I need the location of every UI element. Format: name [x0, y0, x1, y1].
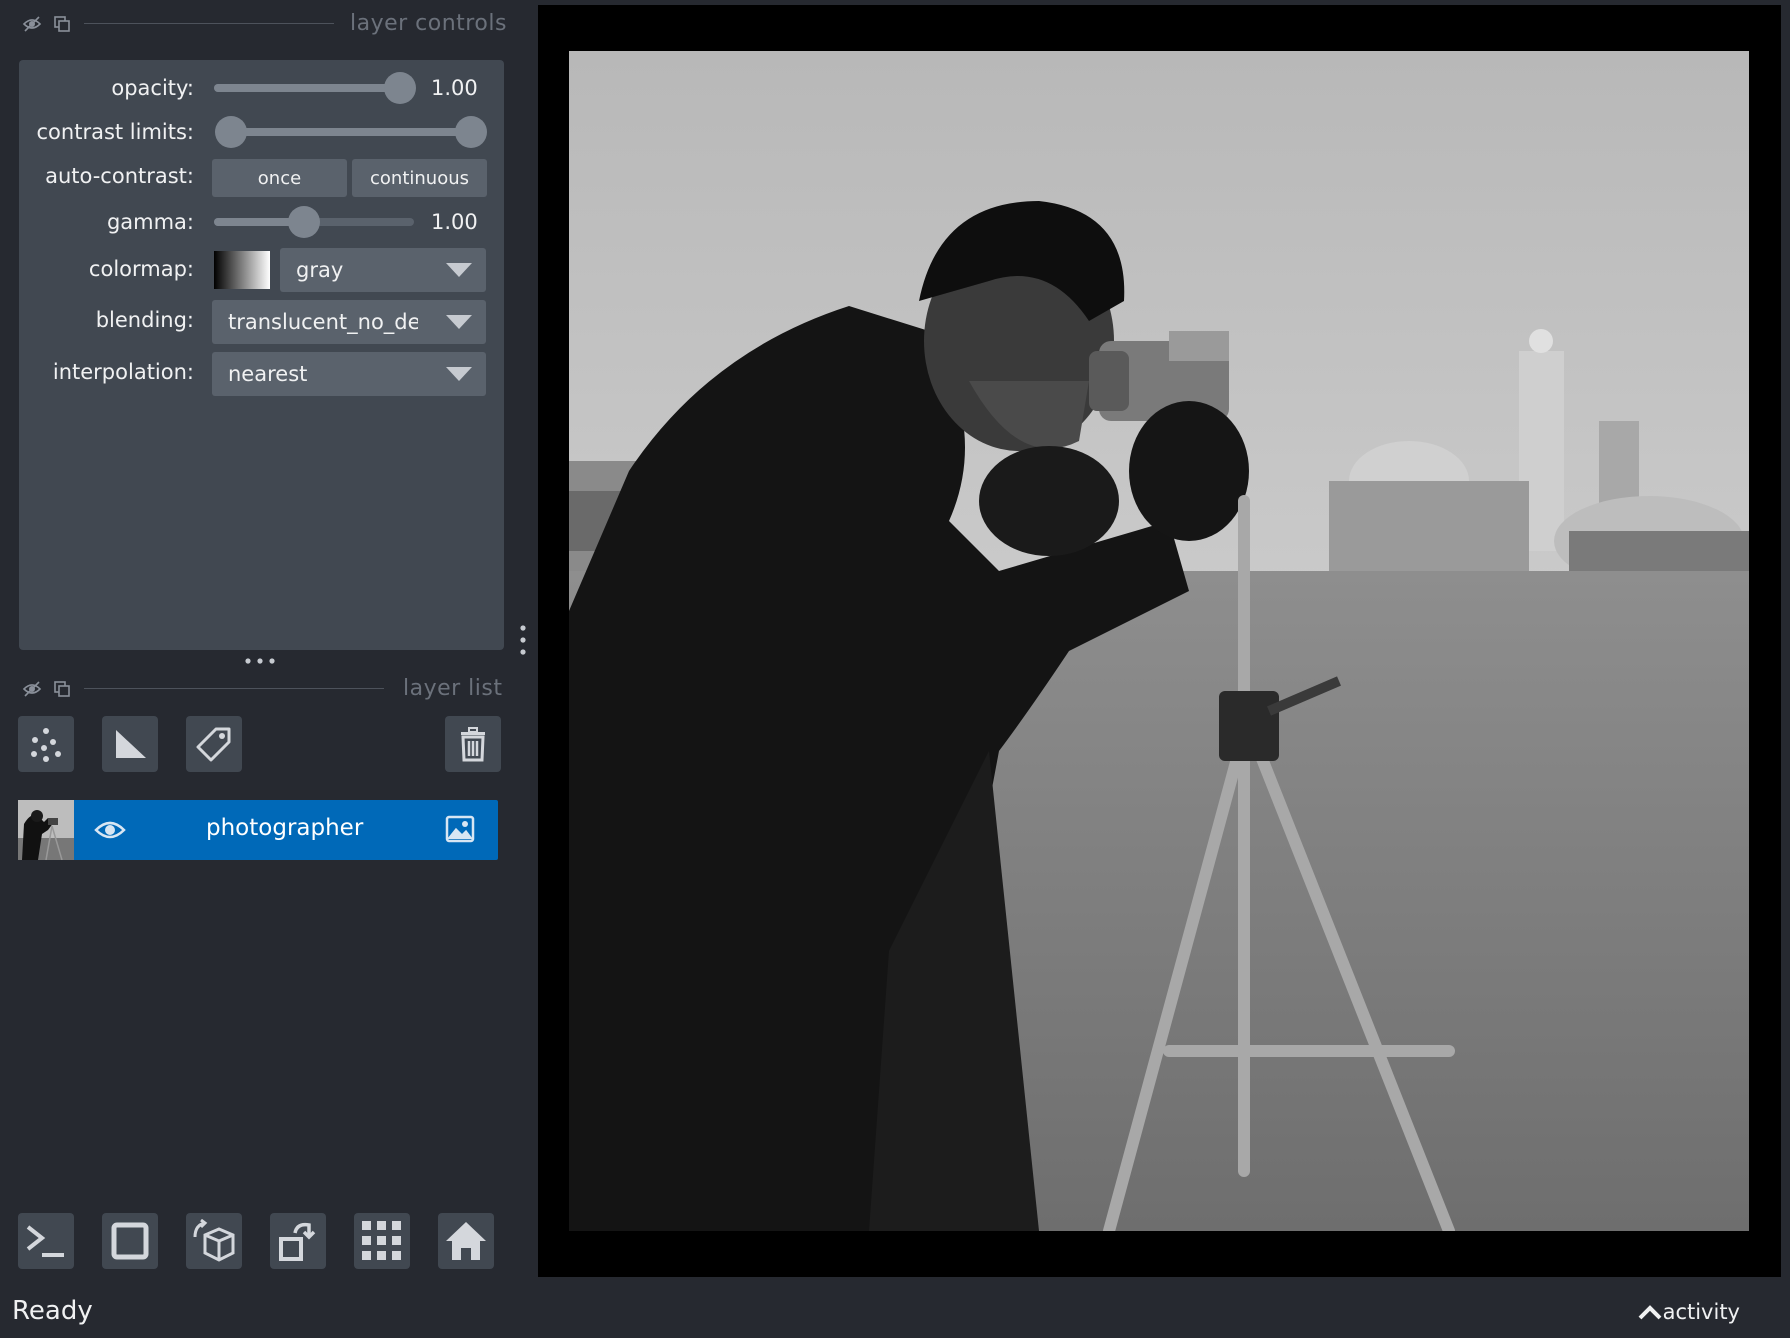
blending-dropdown[interactable]: translucent_no_depth [212, 300, 486, 344]
interpolation-selected: nearest [228, 362, 308, 386]
roll-dims-button[interactable] [186, 1213, 242, 1269]
status-message: Ready [12, 1296, 93, 1326]
chevron-down-icon [446, 315, 472, 329]
activity-label: activity [1662, 1300, 1740, 1324]
home-icon [446, 1222, 486, 1260]
chevron-down-icon [446, 367, 472, 381]
layer-controls-header: layer controls [0, 2, 510, 42]
gamma-value: 1.00 [431, 210, 478, 234]
gamma-slider-handle[interactable] [288, 206, 320, 238]
layer-controls-title: layer controls [350, 11, 507, 36]
visibility-eye-icon[interactable] [94, 816, 126, 844]
transpose-button[interactable] [270, 1213, 326, 1269]
contrast-limits-slider[interactable] [215, 116, 487, 148]
console-icon [26, 1225, 64, 1257]
interpolation-dropdown[interactable]: nearest [212, 352, 486, 396]
float-window-icon[interactable] [52, 14, 72, 34]
dock-splitter-handle[interactable] [240, 655, 280, 667]
ndisplay-button[interactable] [102, 1213, 158, 1269]
ndisplay-square-icon [111, 1222, 149, 1260]
home-button[interactable] [438, 1213, 494, 1269]
float-window-icon[interactable] [52, 679, 72, 699]
new-labels-layer-button[interactable] [186, 716, 242, 772]
colormap-label: colormap: [88, 257, 194, 281]
labels-icon [196, 727, 231, 762]
image-icon [445, 815, 475, 843]
viewer-canvas[interactable] [538, 5, 1781, 1277]
opacity-slider[interactable] [214, 72, 416, 104]
colormap-selected: gray [296, 258, 344, 282]
colormap-dropdown[interactable]: gray [280, 248, 486, 292]
activity-button[interactable]: activity [1637, 1300, 1740, 1324]
opacity-value: 1.00 [431, 76, 478, 100]
blending-label: blending: [95, 308, 194, 332]
new-shapes-layer-button[interactable] [102, 716, 158, 772]
hide-eye-icon[interactable] [22, 679, 42, 699]
layer-thumbnail [18, 800, 74, 860]
3d-cube-icon [193, 1219, 235, 1262]
layer-name[interactable]: photographer [206, 815, 363, 841]
photographer-image [569, 51, 1749, 1231]
opacity-label: opacity: [111, 76, 194, 100]
shapes-icon [116, 730, 146, 758]
auto-contrast-label: auto-contrast: [45, 164, 194, 188]
layer-list-header: layer list [0, 668, 510, 708]
contrast-limits-label: contrast limits: [36, 120, 195, 144]
layer-controls-panel: opacity: 1.00 contrast limits: auto-cont… [19, 60, 504, 650]
chevron-down-icon [446, 263, 472, 277]
canvas-splitter-handle[interactable] [517, 620, 529, 660]
blending-selected: translucent_no_depth [228, 310, 418, 334]
gamma-slider[interactable] [214, 206, 414, 238]
auto-contrast-continuous-button[interactable]: continuous [352, 159, 487, 197]
contrast-high-handle[interactable] [455, 116, 487, 148]
layer-item-photographer[interactable]: photographer [18, 800, 498, 860]
points-icon [31, 728, 61, 762]
delete-icon [461, 727, 485, 762]
console-button[interactable] [18, 1213, 74, 1269]
opacity-slider-handle[interactable] [384, 72, 416, 104]
new-points-layer-button[interactable] [18, 716, 74, 772]
grid-icon [362, 1221, 401, 1260]
chevron-up-icon [1638, 1305, 1661, 1320]
roll-icon [279, 1222, 316, 1261]
auto-contrast-once-button[interactable]: once [212, 159, 347, 197]
delete-layer-button[interactable] [445, 716, 501, 772]
hide-eye-icon[interactable] [22, 14, 42, 34]
gamma-label: gamma: [106, 210, 194, 234]
contrast-low-handle[interactable] [215, 116, 247, 148]
image-layer-photographer[interactable] [569, 51, 1749, 1231]
layer-list-title: layer list [403, 676, 503, 701]
interpolation-label: interpolation: [52, 360, 194, 384]
colormap-preview [214, 251, 270, 289]
grid-view-button[interactable] [354, 1213, 410, 1269]
